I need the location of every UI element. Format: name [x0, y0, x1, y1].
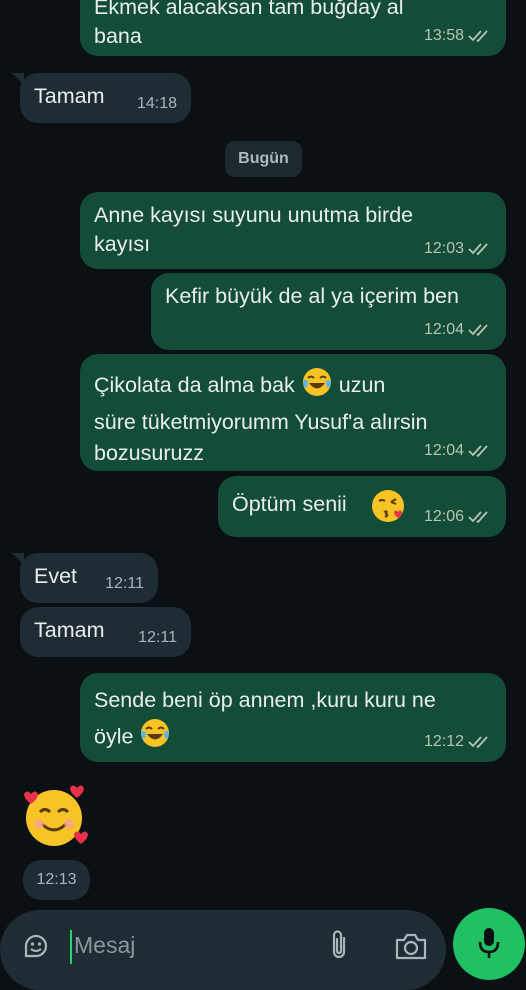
message-text-part: uzun	[338, 373, 386, 398]
tears-of-joy-emoji	[139, 717, 171, 759]
sticker-icon[interactable]	[22, 932, 50, 960]
message-outgoing[interactable]: Ekmek alacaksan tam buğday al bana 13:58	[80, 0, 506, 56]
message-meta: 12:12	[424, 727, 492, 756]
message-meta: 14:18	[137, 89, 177, 118]
message-time: 12:06	[423, 508, 464, 525]
message-time: 12:03	[423, 240, 464, 257]
message-incoming[interactable]: Tamam 12:11	[20, 607, 191, 657]
message-text-part: öyle	[94, 724, 134, 749]
message-time: 14:18	[136, 95, 177, 112]
paperclip-icon[interactable]	[326, 928, 352, 962]
message-meta: 12:06	[424, 502, 492, 531]
message-meta: 12:03	[424, 234, 492, 263]
message-time: 12:13	[23, 860, 90, 900]
double-check-icon	[468, 29, 492, 43]
message-meta: 12:04	[424, 436, 492, 465]
message-meta: 12:04	[424, 315, 492, 344]
message-meta: 12:11	[105, 569, 144, 598]
message-text: Öptüm senii	[232, 492, 347, 516]
message-time: 12:11	[105, 575, 144, 592]
message-text: Kefir büyük de al ya içerim ben	[165, 284, 459, 308]
message-time: 12:11	[138, 629, 177, 646]
message-meta: 12:11	[138, 623, 177, 652]
message-incoming[interactable]: Evet 12:11	[12, 553, 158, 603]
double-check-icon	[468, 510, 492, 524]
double-check-icon	[468, 444, 492, 458]
message-time: 12:04	[423, 321, 464, 338]
message-input[interactable]: Mesaj	[74, 932, 135, 959]
tears-of-joy-emoji	[301, 366, 333, 407]
message-outgoing[interactable]: Anne kayısı suyunu unutma birde kayısı 1…	[80, 192, 506, 269]
microphone-icon	[478, 928, 500, 958]
message-outgoing[interactable]: Kefir büyük de al ya içerim ben 12:04	[151, 273, 506, 350]
double-check-icon	[468, 323, 492, 337]
message-time: 12:04	[423, 442, 464, 459]
message-meta: 13:58	[424, 21, 492, 50]
message-text-part: Sende beni öp annem ,kuru kuru ne	[94, 688, 436, 712]
microphone-button[interactable]	[453, 908, 525, 980]
chat-area: Ekmek alacaksan tam buğday al bana 13:58…	[0, 0, 526, 960]
message-outgoing[interactable]: Öptüm senii 12:06	[218, 476, 506, 537]
message-time: 13:58	[423, 27, 464, 44]
message-text-part: Çikolata da alma bak	[94, 373, 295, 398]
camera-icon[interactable]	[394, 932, 428, 960]
double-check-icon	[468, 735, 492, 749]
double-check-icon	[468, 242, 492, 256]
text-cursor	[70, 930, 72, 964]
message-text-part: süre tüketmiyorumm Yusuf'a alırsin bozus…	[94, 410, 428, 465]
message-time: 12:12	[423, 733, 464, 750]
date-separator: Bugün	[225, 141, 302, 177]
blowing-kiss-emoji	[370, 488, 406, 532]
message-incoming[interactable]: Tamam 14:18	[12, 73, 191, 123]
smiling-face-with-hearts-emoji[interactable]	[20, 782, 88, 850]
message-outgoing[interactable]: Sende beni öp annem ,kuru kuru ne öyle 1…	[80, 673, 506, 762]
message-composer[interactable]: Mesaj	[0, 910, 446, 990]
message-outgoing[interactable]: Çikolata da alma bak uzun süre tüketmiyo…	[80, 354, 506, 471]
